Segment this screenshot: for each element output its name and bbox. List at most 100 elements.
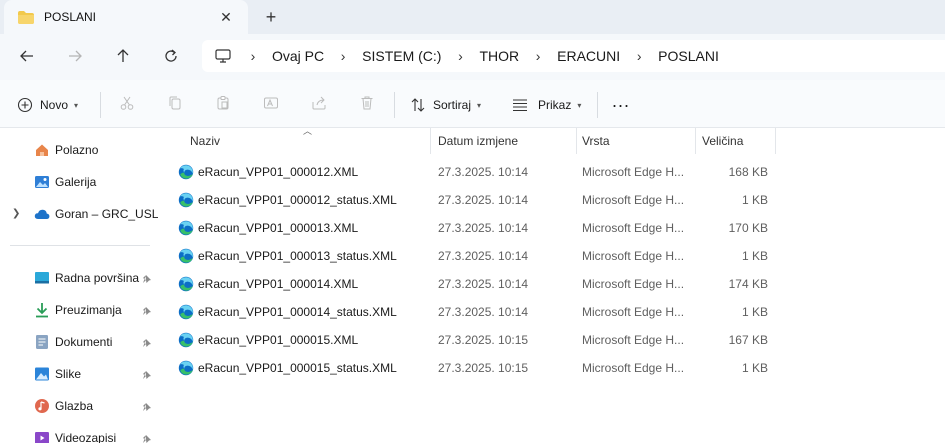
column-header-label: Naziv: [190, 134, 221, 148]
divider: [394, 92, 395, 118]
computer-icon: [214, 47, 232, 65]
file-type: Microsoft Edge H...: [582, 249, 685, 263]
column-divider[interactable]: [576, 128, 577, 154]
chevron-down-icon: ▾: [577, 100, 582, 110]
file-size: 174 KB: [728, 277, 768, 291]
edge-html-file-icon: [178, 164, 194, 180]
more-options-label: ...: [612, 90, 631, 111]
navigation-bar: › Ovaj PC › SISTEM (C:) › THOR › ERACUNI…: [0, 34, 945, 80]
table-row[interactable]: eRacun_VPP01_000013_status.XML 27.3.2025.…: [158, 242, 945, 270]
chevron-right-icon: ›: [250, 48, 256, 64]
column-header-size[interactable]: Veličina: [702, 128, 774, 154]
column-header-name[interactable]: Naziv: [190, 128, 430, 154]
cut-icon[interactable]: [118, 94, 136, 112]
column-divider[interactable]: [775, 128, 776, 154]
sidebar-item-label: Preuzimanja: [55, 303, 122, 317]
file-name: eRacun_VPP01_000012.XML: [198, 165, 359, 179]
delete-icon[interactable]: [358, 94, 376, 112]
sidebar-item-glazba[interactable]: Glazba: [0, 392, 158, 420]
sidebar-item-dokumenti[interactable]: Dokumenti: [0, 328, 158, 356]
paste-icon[interactable]: [214, 94, 232, 112]
close-icon[interactable]: ✕: [218, 9, 234, 25]
file-size: 1 KB: [741, 249, 768, 263]
file-name: eRacun_VPP01_000015.XML: [198, 333, 359, 347]
pin-icon[interactable]: [142, 337, 152, 347]
sidebar-item-label: Polazno: [55, 143, 99, 157]
column-header-label: Datum izmjene: [438, 134, 519, 148]
sidebar-item-radna-povrsina[interactable]: Radna površina: [0, 264, 158, 292]
view-button-label: Prikaz: [538, 98, 572, 112]
file-date-modified: 27.3.2025. 10:15: [438, 333, 529, 347]
pin-icon[interactable]: [142, 305, 152, 315]
sidebar-item-preuzimanja[interactable]: Preuzimanja: [0, 296, 158, 324]
file-size: 170 KB: [728, 221, 768, 235]
edge-html-file-icon: [178, 192, 194, 208]
sidebar-item-galerija[interactable]: Galerija: [0, 168, 158, 196]
view-button[interactable]: Prikaz ▾: [511, 94, 581, 116]
file-name: eRacun_VPP01_000014_status.XML: [198, 305, 397, 319]
edge-html-file-icon: [178, 360, 194, 376]
breadcrumb-thor[interactable]: THOR: [479, 48, 519, 64]
table-row[interactable]: eRacun_VPP01_000014.XML 27.3.2025. 10:14 M…: [158, 270, 945, 298]
new-button[interactable]: Novo ▾: [16, 94, 78, 116]
tab-poslani[interactable]: POSLANI ✕: [4, 0, 248, 34]
pin-icon[interactable]: [142, 369, 152, 379]
chevron-right-icon[interactable]: ❯: [12, 208, 20, 219]
breadcrumb-eracuni[interactable]: ERACUNI: [557, 48, 620, 64]
sidebar-item-label: Dokumenti: [55, 335, 113, 349]
breadcrumb-sistem-c[interactable]: SISTEM (C:): [362, 48, 441, 64]
file-date-modified: 27.3.2025. 10:15: [438, 361, 529, 375]
pin-icon[interactable]: [142, 401, 152, 411]
sidebar-item-videozapisi[interactable]: Videozapisi: [0, 424, 158, 443]
file-size: 1 KB: [741, 361, 768, 375]
table-row[interactable]: eRacun_VPP01_000014_status.XML 27.3.2025.…: [158, 298, 945, 326]
sidebar-item-label: Radna površina: [55, 271, 140, 285]
table-row[interactable]: eRacun_VPP01_000015_status.XML 27.3.2025.…: [158, 354, 945, 382]
music-icon: [34, 398, 50, 414]
sort-button[interactable]: Sortiraj ▾: [409, 94, 481, 116]
refresh-icon[interactable]: [161, 46, 181, 66]
sidebar-item-slike[interactable]: Slike: [0, 360, 158, 388]
breadcrumb-poslani[interactable]: POSLANI: [658, 48, 719, 64]
sidebar-item-label: Slike: [55, 367, 82, 381]
file-size: 168 KB: [728, 165, 768, 179]
rename-icon[interactable]: [262, 94, 280, 112]
up-arrow-icon[interactable]: [113, 46, 133, 66]
sidebar-item-polazno[interactable]: Polazno: [0, 136, 158, 164]
column-divider[interactable]: [695, 128, 696, 154]
column-header-type[interactable]: Vrsta: [582, 128, 694, 154]
table-row[interactable]: eRacun_VPP01_000013.XML 27.3.2025. 10:14 M…: [158, 214, 945, 242]
file-size: 167 KB: [728, 333, 768, 347]
file-type: Microsoft Edge H...: [582, 305, 685, 319]
back-arrow-icon[interactable]: [17, 46, 37, 66]
column-header-label: Vrsta: [582, 134, 610, 148]
plus-circle-icon: [16, 96, 34, 114]
divider: [597, 92, 598, 118]
table-row[interactable]: eRacun_VPP01_000012.XML 27.3.2025. 10:14 M…: [158, 158, 945, 186]
new-tab-icon[interactable]: +: [262, 8, 280, 26]
file-name: eRacun_VPP01_000013.XML: [198, 221, 359, 235]
pin-icon[interactable]: [142, 273, 152, 283]
breadcrumb-ovaj-pc[interactable]: Ovaj PC: [272, 48, 324, 64]
more-options-button[interactable]: ...: [612, 90, 630, 112]
download-icon: [34, 302, 50, 318]
file-name: eRacun_VPP01_000015_status.XML: [198, 361, 397, 375]
share-icon[interactable]: [310, 94, 328, 112]
view-list-icon: [511, 96, 529, 114]
pin-icon[interactable]: [142, 433, 152, 443]
divider: [100, 92, 101, 118]
sidebar-item-label: Glazba: [55, 399, 94, 413]
column-divider[interactable]: [430, 128, 431, 154]
pictures-icon: [34, 366, 50, 382]
table-row[interactable]: eRacun_VPP01_000012_status.XML 27.3.2025.…: [158, 186, 945, 214]
file-type: Microsoft Edge H...: [582, 221, 685, 235]
column-header-date[interactable]: Datum izmjene: [438, 128, 576, 154]
file-type: Microsoft Edge H...: [582, 277, 685, 291]
file-type: Microsoft Edge H...: [582, 165, 685, 179]
copy-icon[interactable]: [166, 94, 184, 112]
address-bar[interactable]: › Ovaj PC › SISTEM (C:) › THOR › ERACUNI…: [202, 40, 945, 72]
column-header-label: Veličina: [702, 134, 744, 148]
forward-arrow-icon[interactable]: [65, 46, 85, 66]
sidebar-item-onedrive[interactable]: ❯ Goran – GRC_USLUGE: [0, 200, 158, 228]
table-row[interactable]: eRacun_VPP01_000015.XML 27.3.2025. 10:15 M…: [158, 326, 945, 354]
